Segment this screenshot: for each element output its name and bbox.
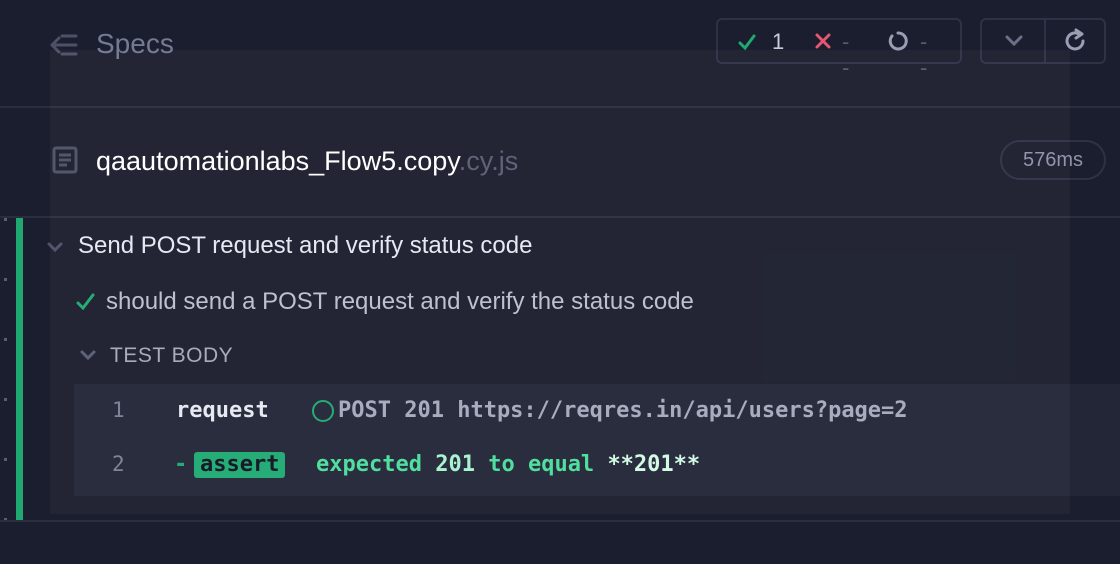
chevron-down-icon[interactable] — [1004, 34, 1024, 48]
refresh-icon[interactable] — [1062, 28, 1088, 54]
command-name: request — [176, 398, 269, 423]
command-number: 2 — [112, 452, 125, 476]
check-icon — [76, 293, 95, 311]
chevron-down-icon[interactable] — [46, 240, 64, 254]
gutter-dot — [4, 218, 7, 221]
gutter-dot — [4, 398, 7, 401]
gutter-dot — [4, 338, 7, 341]
gutter-dot — [4, 458, 7, 461]
bottom-divider — [0, 520, 1120, 522]
command-log: 1 request POST 201 https://reqres.in/api… — [74, 384, 1120, 496]
check-icon — [738, 34, 756, 51]
reporter-header: Specs 1 -- -- — [0, 0, 1120, 106]
assert-dash: - — [174, 452, 188, 477]
request-status-icon — [312, 400, 334, 422]
assert-to-equal: to equal — [488, 452, 595, 477]
header-divider — [0, 106, 1120, 108]
specs-title[interactable]: Specs — [96, 28, 174, 60]
spec-file-name[interactable]: qaautomationlabs_Flow5.copy.cy.js — [96, 146, 518, 177]
assert-expected-word: expected — [316, 452, 422, 477]
failed-count: -- — [842, 29, 850, 80]
collapse-specs-icon[interactable] — [50, 32, 78, 58]
passed-count: 1 — [772, 29, 785, 54]
file-divider — [0, 216, 1120, 218]
suite-title[interactable]: Send POST request and verify status code — [78, 232, 532, 260]
spec-file-extension: .cy.js — [458, 146, 519, 176]
command-message: POST 201 https://reqres.in/api/users?pag… — [338, 398, 908, 423]
pending-icon — [888, 31, 908, 51]
assert-actual-value: **201** — [607, 452, 701, 477]
test-title[interactable]: should send a POST request and verify th… — [106, 288, 694, 316]
stats-panel: 1 -- -- — [716, 18, 962, 80]
suite-status-bar — [16, 218, 23, 520]
pending-count: -- — [920, 29, 928, 80]
x-icon — [815, 33, 831, 49]
controls-divider — [1044, 20, 1046, 62]
duration-badge: 576ms — [1000, 140, 1106, 180]
test-body-label[interactable]: TEST BODY — [110, 344, 233, 368]
command-number: 1 — [112, 398, 125, 422]
assert-expected-value: 201 — [435, 452, 475, 477]
spec-file-base: qaautomationlabs_Flow5.copy — [96, 146, 459, 176]
command-row[interactable]: 2 - assert expected 201 to equal **201** — [74, 438, 1120, 492]
file-icon — [52, 146, 78, 174]
gutter-dot — [4, 278, 7, 281]
chevron-down-icon[interactable] — [80, 350, 96, 362]
assert-message: expected 201 to equal **201** — [316, 452, 700, 477]
assert-badge: assert — [194, 452, 286, 478]
controls-group — [980, 18, 1106, 64]
command-row[interactable]: 1 request POST 201 https://reqres.in/api… — [74, 384, 1120, 438]
